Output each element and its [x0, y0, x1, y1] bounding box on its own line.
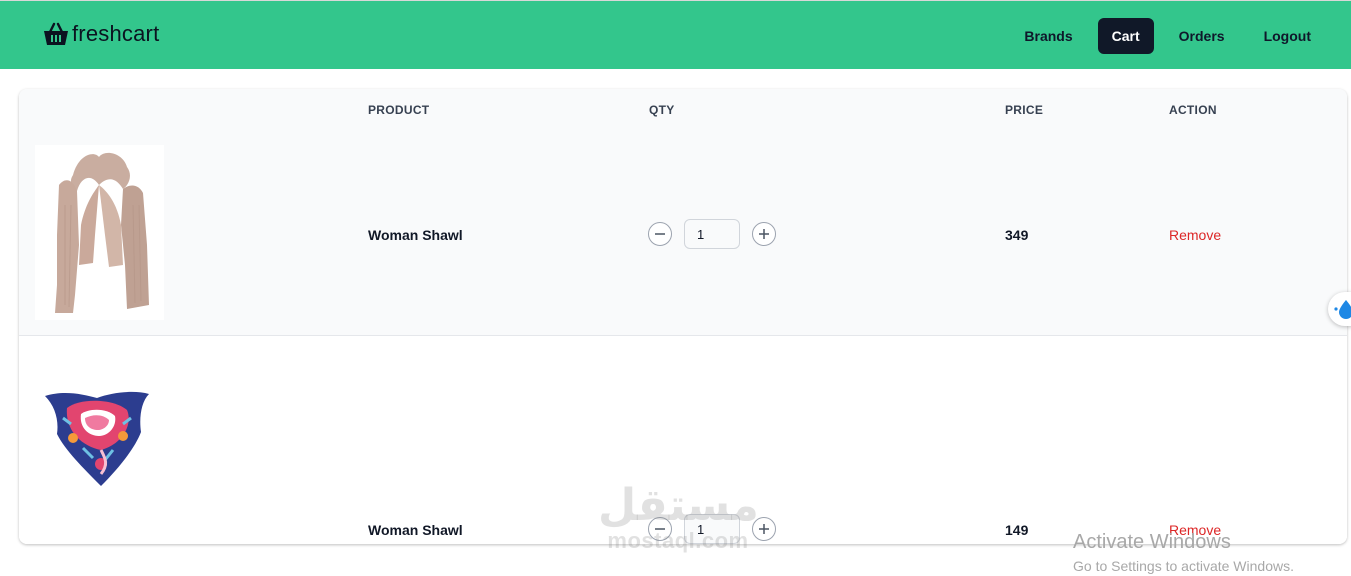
header-price: PRICE — [1005, 103, 1044, 117]
header-action: ACTION — [1169, 103, 1217, 117]
floating-widget[interactable] — [1328, 292, 1351, 326]
nav-link-logout[interactable]: Logout — [1250, 18, 1325, 54]
increase-quantity-button[interactable] — [752, 222, 776, 246]
remove-button[interactable]: Remove — [1169, 227, 1221, 243]
nav-link-orders[interactable]: Orders — [1165, 18, 1239, 54]
product-price: 349 — [1005, 227, 1029, 243]
printed-scarf-image — [45, 391, 149, 486]
watermark-latin: mostaql.com — [607, 528, 749, 553]
product-name: Woman Shawl — [368, 522, 463, 538]
brand-logo[interactable]: freshcart — [42, 21, 159, 47]
table-row: Woman Shawl 349 Remove — [19, 131, 1347, 336]
nav-link-cart[interactable]: Cart — [1097, 18, 1154, 54]
product-price: 149 — [1005, 522, 1029, 538]
activate-windows-notice: Activate Windows Go to Settings to activ… — [1073, 531, 1294, 576]
cart-table: PRODUCT QTY PRICE ACTION Woman Shawl 349… — [19, 89, 1347, 544]
nav-links: Brands Cart Orders Logout — [999, 18, 1325, 54]
beige-shawl-image — [35, 145, 164, 320]
nav-link-brands[interactable]: Brands — [1010, 18, 1086, 54]
watermark-arabic: مستقل — [598, 481, 759, 530]
plus-icon — [759, 229, 769, 239]
header-qty: QTY — [649, 103, 675, 117]
navbar: freshcart Brands Cart Orders Logout — [0, 0, 1351, 69]
brand-name: freshcart — [72, 21, 160, 46]
basket-icon — [44, 22, 68, 45]
watermark: مستقل mostaql.com — [598, 481, 759, 553]
decrease-quantity-button[interactable] — [648, 222, 672, 246]
activate-subtitle: Go to Settings to activate Windows. — [1073, 558, 1294, 574]
plus-icon — [759, 524, 769, 534]
quantity-input[interactable] — [684, 219, 740, 249]
header-product: PRODUCT — [368, 103, 430, 117]
table-header: PRODUCT QTY PRICE ACTION — [19, 89, 1347, 131]
activate-title: Activate Windows — [1073, 531, 1231, 553]
minus-icon — [655, 233, 665, 235]
water-drop-icon — [1334, 300, 1351, 319]
product-name: Woman Shawl — [368, 227, 463, 243]
